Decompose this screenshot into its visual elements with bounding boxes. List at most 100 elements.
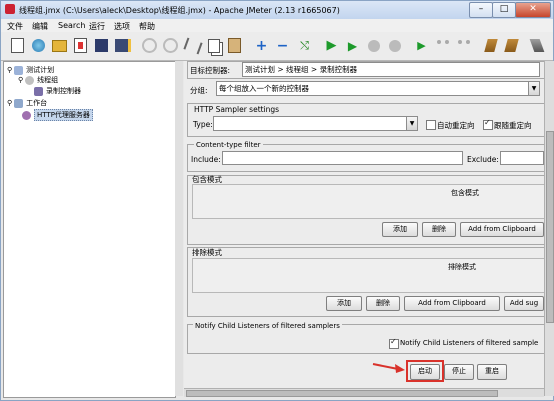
stop-button[interactable]: 停止 xyxy=(444,364,474,380)
target-controller-label: 目标控制器: xyxy=(190,66,231,75)
copy-icon[interactable] xyxy=(162,37,179,54)
type-select[interactable]: ▼ xyxy=(213,116,418,131)
arrow-icon xyxy=(372,363,405,373)
test-plan-tree[interactable]: ⚲ 测试计划 ⚲ 线程组 录制控制器 ⚲ 工作台 HTTP代理服务器 xyxy=(3,61,176,398)
test-plan-icon xyxy=(14,65,24,75)
start-no-pause-icon[interactable]: ▶ xyxy=(344,37,361,54)
toggle-icon[interactable]: ⤭ xyxy=(296,37,313,54)
target-controller-select[interactable]: 测试计划 > 线程组 > 录制控制器 xyxy=(242,62,540,77)
save-icon[interactable] xyxy=(93,37,110,54)
minimize-button[interactable]: – xyxy=(469,2,493,18)
maximize-button[interactable]: □ xyxy=(492,2,516,18)
jmeter-window: 线程组.jmx (C:\Users\aleck\Desktop\线程组.jmx)… xyxy=(0,0,554,401)
search-icon[interactable] xyxy=(528,37,545,54)
tree-label: 录制控制器 xyxy=(46,87,81,95)
include-column-header: 包含模式 xyxy=(451,189,479,197)
type-label: Type: xyxy=(193,120,213,129)
cut-icon[interactable] xyxy=(141,37,158,54)
copy-pages-icon[interactable] xyxy=(205,37,222,54)
remote-start-icon[interactable]: ▶ xyxy=(413,37,430,54)
paste-icon[interactable] xyxy=(226,37,243,54)
tree-label: 线程组 xyxy=(37,76,59,84)
menu-bar: 文件 编辑 Search 运行 选项 帮助 xyxy=(1,19,553,32)
include-add-clipboard-button[interactable]: Add from Clipboard xyxy=(460,222,544,237)
vertical-scrollbar[interactable] xyxy=(544,61,554,396)
auto-redirect-label: 自动重定向 xyxy=(437,121,475,130)
chevron-down-icon[interactable]: ▼ xyxy=(406,117,417,130)
templates-icon[interactable] xyxy=(30,37,47,54)
menu-options[interactable]: 选项 xyxy=(114,21,130,32)
close-button[interactable]: ✕ xyxy=(515,2,551,18)
follow-redirect-label: 跟随重定向 xyxy=(494,121,532,130)
title-bar: 线程组.jmx (C:\Users\aleck\Desktop\线程组.jmx)… xyxy=(1,1,553,19)
tree-node-workbench[interactable]: ⚲ 工作台 xyxy=(7,98,47,108)
tree-node-test-plan[interactable]: ⚲ 测试计划 xyxy=(7,65,54,75)
save-as-icon[interactable] xyxy=(114,37,131,54)
follow-redirect-checkbox[interactable] xyxy=(483,118,493,130)
include-patterns-table[interactable]: 包含模式 xyxy=(192,184,546,219)
add-suggested-button[interactable]: Add sug xyxy=(504,296,544,311)
splitter[interactable] xyxy=(175,61,183,396)
restart-button[interactable]: 重启 xyxy=(477,364,507,380)
include-delete-button[interactable]: 删除 xyxy=(422,222,456,237)
menu-run[interactable]: 运行 xyxy=(89,21,105,32)
collapse-icon[interactable]: − xyxy=(274,37,291,54)
notify-child-checkbox[interactable] xyxy=(389,337,399,349)
horizontal-scrollbar[interactable] xyxy=(184,388,544,397)
http-proxy-icon xyxy=(22,110,31,120)
scrollbar-thumb[interactable] xyxy=(186,390,498,397)
exclude-add-clipboard-button[interactable]: Add from Clipboard xyxy=(404,296,500,311)
new-icon[interactable] xyxy=(9,37,26,54)
tree-node-http-proxy[interactable]: HTTP代理服务器 xyxy=(22,109,93,121)
auto-redirect-checkbox[interactable] xyxy=(426,120,436,130)
close-file-icon[interactable] xyxy=(72,37,89,54)
proxy-config-panel: 目标控制器: 测试计划 > 线程组 > 录制控制器 分组: 每个组放入一个新的控… xyxy=(184,61,546,396)
exclude-input[interactable] xyxy=(500,151,544,165)
menu-file[interactable]: 文件 xyxy=(7,21,23,32)
clear-all-icon[interactable] xyxy=(503,37,520,54)
exclude-column-header: 排除模式 xyxy=(448,263,476,271)
exclude-delete-button[interactable]: 删除 xyxy=(366,296,400,311)
jmeter-app-icon xyxy=(5,4,15,14)
remote-shutdown-icon[interactable] xyxy=(455,37,472,54)
clear-icon[interactable] xyxy=(482,37,499,54)
grouping-select[interactable]: 每个组放入一个新的控制器 ▼ xyxy=(216,81,540,96)
recording-controller-icon xyxy=(34,86,43,96)
exclude-add-button[interactable]: 添加 xyxy=(326,296,362,311)
menu-help[interactable]: 帮助 xyxy=(139,21,155,32)
expand-icon[interactable]: + xyxy=(253,37,270,54)
open-icon[interactable] xyxy=(51,37,68,54)
sampler-settings-title: HTTP Sampler settings xyxy=(194,105,280,114)
shutdown-icon[interactable] xyxy=(386,37,403,54)
exclude-section-title: 排除模式 xyxy=(192,248,222,257)
scrollbar-thumb[interactable] xyxy=(546,131,554,323)
highlight-box xyxy=(406,360,444,382)
tree-node-thread-group[interactable]: ⚲ 线程组 xyxy=(18,75,58,85)
tree-label: 工作台 xyxy=(26,99,48,107)
grouping-label: 分组: xyxy=(190,86,208,95)
thread-group-icon xyxy=(25,75,35,85)
exclude-patterns-table[interactable]: 排除模式 xyxy=(192,258,546,293)
stop-icon[interactable] xyxy=(365,37,382,54)
tree-label: 测试计划 xyxy=(26,66,55,74)
chevron-down-icon[interactable]: ▼ xyxy=(528,82,539,95)
remote-stop-icon[interactable] xyxy=(434,37,451,54)
tree-toggle-icon[interactable]: ⚲ xyxy=(18,76,23,84)
start-icon[interactable]: ▶ xyxy=(323,37,340,54)
exclude-label: Exclude: xyxy=(467,155,499,164)
tree-node-recording-controller[interactable]: 录制控制器 xyxy=(34,86,81,96)
tree-label-selected: HTTP代理服务器 xyxy=(34,109,93,121)
content-filter-title: Content-type filter xyxy=(194,141,263,149)
tree-toggle-icon[interactable]: ⚲ xyxy=(7,66,12,74)
include-input[interactable] xyxy=(222,151,463,165)
tree-toggle-icon[interactable]: ⚲ xyxy=(7,99,12,107)
cut-scissors-icon[interactable] xyxy=(182,37,203,54)
menu-search[interactable]: Search xyxy=(58,21,85,30)
notify-child-label: Notify Child Listeners of filtered sampl… xyxy=(400,339,539,347)
notify-section-title: Notify Child Listeners of filtered sampl… xyxy=(193,322,342,330)
include-add-button[interactable]: 添加 xyxy=(382,222,418,237)
include-label: Include: xyxy=(191,155,221,164)
menu-edit[interactable]: 编辑 xyxy=(32,21,48,32)
toolbar: + − ⤭ ▶ ▶ ▶ xyxy=(1,32,553,61)
workbench-icon xyxy=(14,98,24,108)
